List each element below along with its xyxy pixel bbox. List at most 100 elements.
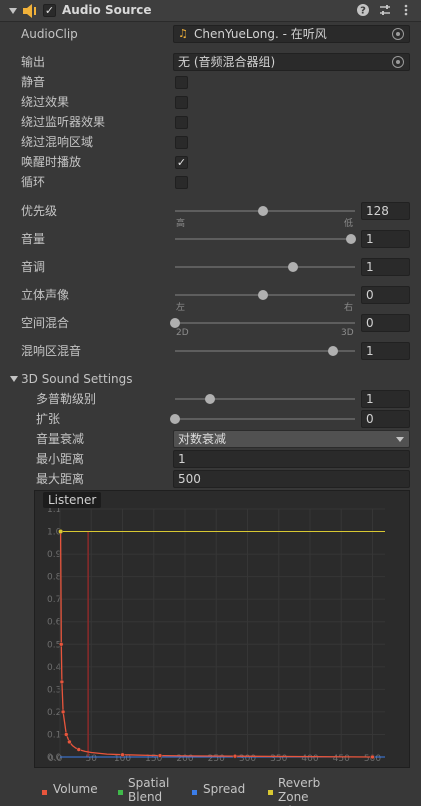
volume-key-point [232,753,238,759]
doppler-level-slider-track[interactable] [175,398,355,400]
mute-label: 静音 [21,75,46,89]
y-tick-label: 0.7 [47,595,61,605]
volume-key-point [120,752,125,757]
volume-label: 音量 [21,232,46,246]
component-header: ✓ Audio Source ? [0,0,421,22]
volume-rolloff-label: 音量衰减 [36,432,85,446]
x-tick-label: 0.0 [48,754,63,764]
audio-clip-icon: ♫ [178,27,188,40]
spatial-blend-slider-thumb[interactable] [170,318,180,328]
spread-label: 扩张 [36,412,61,426]
doppler-level-field[interactable]: 1 [361,390,410,408]
spatial-blend-slider-track[interactable] [175,322,355,324]
object-picker-icon[interactable] [392,28,404,40]
spread-slider-track[interactable] [175,418,355,420]
legend-reverb-zone-mix-swatch [268,790,273,795]
volume-slider-thumb[interactable] [346,234,356,244]
bypass-effects-checkbox[interactable] [175,96,188,109]
priority-slider-thumb[interactable] [258,206,268,216]
section-collapse-arrow-icon[interactable] [10,376,18,382]
volume-key-point [64,732,69,737]
legend-reverb-zone-mix-line1: Reverb [278,776,321,790]
pitch-slider-thumb[interactable] [287,262,298,272]
audio-source-icon [23,4,36,18]
priority-field[interactable]: 128 [361,202,410,220]
min-distance-field[interactable]: 1 [173,450,410,468]
volume-rolloff-value: 对数衰减 [178,432,227,446]
doppler-level-slider-thumb[interactable] [205,394,216,404]
stereo-pan-left-label: 左 [176,303,186,313]
volume-field[interactable]: 1 [361,230,410,248]
priority-low-label: 低 [344,219,354,229]
legend-reverb-zone-mix-line2: Zone Mix [278,790,309,806]
spatial-blend-field[interactable]: 0 [361,314,410,332]
max-distance-field[interactable]: 500 [173,470,410,488]
pitch-label: 音调 [21,260,46,274]
legend-reverb-zone-mix-label: Reverb Zone Mix [278,776,320,806]
volume-slider-track[interactable] [175,238,355,240]
bypass-reverb-zones-checkbox[interactable] [175,136,188,149]
x-tick-label: 50 [86,754,98,764]
object-picker-icon[interactable] [392,56,404,68]
stereo-pan-right-label: 右 [344,303,354,313]
x-tick-label: 300 [239,754,256,764]
help-icon[interactable]: ? [356,3,370,17]
preset-settings-icon[interactable] [378,3,392,17]
volume-key-point [59,642,64,647]
legend-volume-label: Volume [53,782,98,796]
y-tick-label: 0.6 [47,618,62,628]
spatial-blend-label: 空间混合 [21,316,70,330]
y-tick-label: 0.4 [47,663,62,673]
listener-label: Listener [43,492,102,508]
bypass-listener-effects-label: 绕过监听器效果 [21,115,106,129]
legend-spread-label: Spread [203,782,246,796]
loop-checkbox[interactable] [175,176,188,189]
spread-field[interactable]: 0 [361,410,410,428]
y-tick-label: 0.2 [47,708,61,718]
audioclip-field[interactable]: ♫ ChenYueLong. - 在听风 [173,25,410,43]
spread-slider-thumb[interactable] [170,414,180,424]
spatial-blend-3d-label: 3D [341,328,354,338]
volume-key-point [67,739,72,745]
audioclip-label: AudioClip [21,27,78,41]
doppler-level-label: 多普勒级别 [36,392,97,406]
bypass-listener-effects-checkbox[interactable] [175,116,188,129]
play-on-awake-checkbox[interactable]: ✓ [175,156,188,169]
volume-key-point [157,753,163,758]
max-distance-label: 最大距离 [36,472,85,486]
dropdown-arrow-icon [396,437,404,442]
legend-spatial-blend-swatch [118,790,123,795]
legend-spread-swatch [192,790,197,795]
pitch-slider-track[interactable] [175,266,355,268]
bypass-reverb-zones-label: 绕过混响区域 [21,135,94,149]
stereo-pan-field[interactable]: 0 [361,286,410,304]
min-distance-label: 最小距离 [36,452,85,466]
rolloff-curve-graph[interactable]: 0.0 0.1 0.2 0.3 0.4 0.5 0.6 0.7 0.8 0.9 1.0 1.1 0.0 5… [34,490,410,768]
output-field[interactable]: 无 (音频混合器组) [173,53,410,71]
y-tick-label: 0.3 [47,685,61,695]
svg-text:?: ? [360,6,366,17]
pitch-field[interactable]: 1 [361,258,410,276]
volume-key-point [59,679,65,685]
reverb-zone-mix-label: 混响区混音 [21,344,82,358]
output-label: 输出 [21,55,46,69]
audioclip-value: ChenYueLong. - 在听风 [194,27,327,41]
kebab-menu-icon[interactable] [399,3,413,17]
legend-volume-swatch [42,790,47,795]
stereo-pan-slider-thumb[interactable] [258,290,268,300]
volume-key-point [76,747,81,752]
3d-sound-settings-header[interactable]: 3D Sound Settings [21,370,133,388]
collapse-arrow-icon[interactable] [9,8,17,14]
rolloff-chart[interactable]: 0.00.10.20.30.40.50.60.70.80.91.01.10.0 5… [35,491,409,767]
y-tick-label: 0.9 [47,550,62,560]
mute-checkbox[interactable] [175,76,188,89]
enabled-checkbox[interactable]: ✓ [43,4,56,17]
legend-spatial-blend-line2: Blend [128,790,163,804]
reverb-zone-mix-field[interactable]: 1 [361,342,410,360]
priority-high-label: 高 [176,219,186,229]
priority-label: 优先级 [21,204,58,218]
volume-key-point [370,754,375,760]
volume-rolloff-dropdown[interactable]: 对数衰减 [173,430,410,448]
reverb-zone-mix-slider-thumb[interactable] [328,346,339,356]
volume-key-point [60,709,66,715]
